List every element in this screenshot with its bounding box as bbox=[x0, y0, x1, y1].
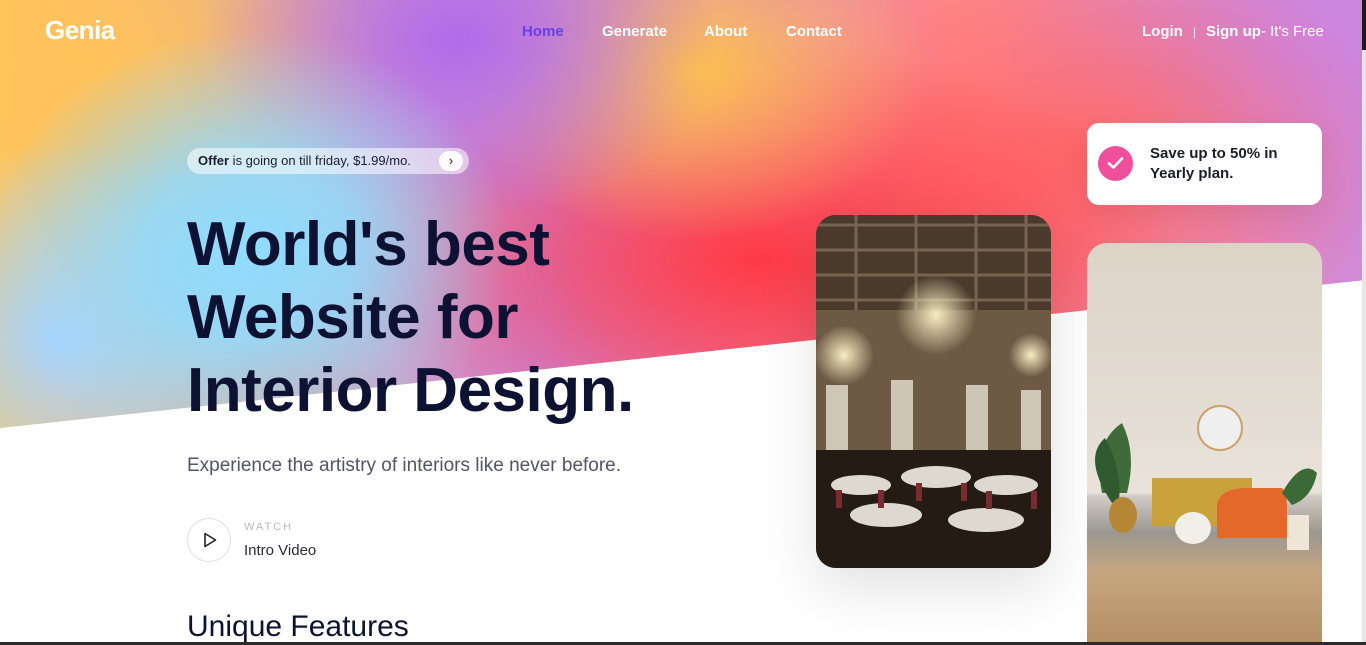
intro-video-link[interactable]: Intro Video bbox=[244, 542, 316, 559]
signup-free-note: - It's Free bbox=[1260, 23, 1324, 40]
check-badge bbox=[1098, 146, 1133, 181]
signup-link[interactable]: Sign up bbox=[1206, 23, 1261, 40]
nav-about-link[interactable]: About bbox=[704, 23, 747, 40]
brand-logo[interactable]: Genia bbox=[45, 15, 115, 46]
nav-contact-link[interactable]: Contact bbox=[786, 23, 842, 40]
login-link[interactable]: Login bbox=[1142, 23, 1183, 40]
offer-label: Offer bbox=[198, 153, 230, 168]
save-offer-card: Save up to 50% in Yearly plan. bbox=[1087, 123, 1322, 205]
scrollbar[interactable] bbox=[1362, 0, 1366, 645]
banquet-hall-image bbox=[816, 215, 1051, 568]
auth-separator: | bbox=[1192, 25, 1196, 39]
hero-subtitle: Experience the artistry of interiors lik… bbox=[187, 455, 622, 476]
living-room-illustration bbox=[1095, 405, 1317, 550]
nav-home-link[interactable]: Home bbox=[522, 23, 564, 40]
scrollbar-thumb[interactable] bbox=[1362, 0, 1366, 50]
save-offer-text: Save up to 50% in Yearly plan. bbox=[1150, 145, 1278, 182]
watch-label: WATCH bbox=[244, 521, 294, 533]
nav-generate-link[interactable]: Generate bbox=[602, 23, 667, 40]
auth-links: Login | Sign up- It's Free bbox=[1142, 23, 1324, 40]
chevron-right-icon[interactable]: › bbox=[439, 151, 463, 171]
offer-text: is going on till friday, $1.99/mo. bbox=[229, 153, 411, 168]
banquet-hall-illustration bbox=[816, 215, 1051, 568]
hero-headline: World's best Website for Interior Design… bbox=[187, 208, 787, 427]
headline-line-3: Interior Design. bbox=[187, 356, 634, 425]
headline-line-1: World's best bbox=[187, 210, 550, 279]
living-room-image bbox=[1087, 243, 1322, 645]
offer-banner[interactable]: Offer is going on till friday, $1.99/mo.… bbox=[187, 148, 469, 174]
features-heading: Unique Features bbox=[187, 610, 409, 643]
check-icon bbox=[1107, 157, 1124, 169]
play-video-button[interactable] bbox=[187, 518, 231, 562]
play-icon bbox=[204, 532, 217, 548]
headline-line-2: Website for bbox=[187, 283, 518, 352]
